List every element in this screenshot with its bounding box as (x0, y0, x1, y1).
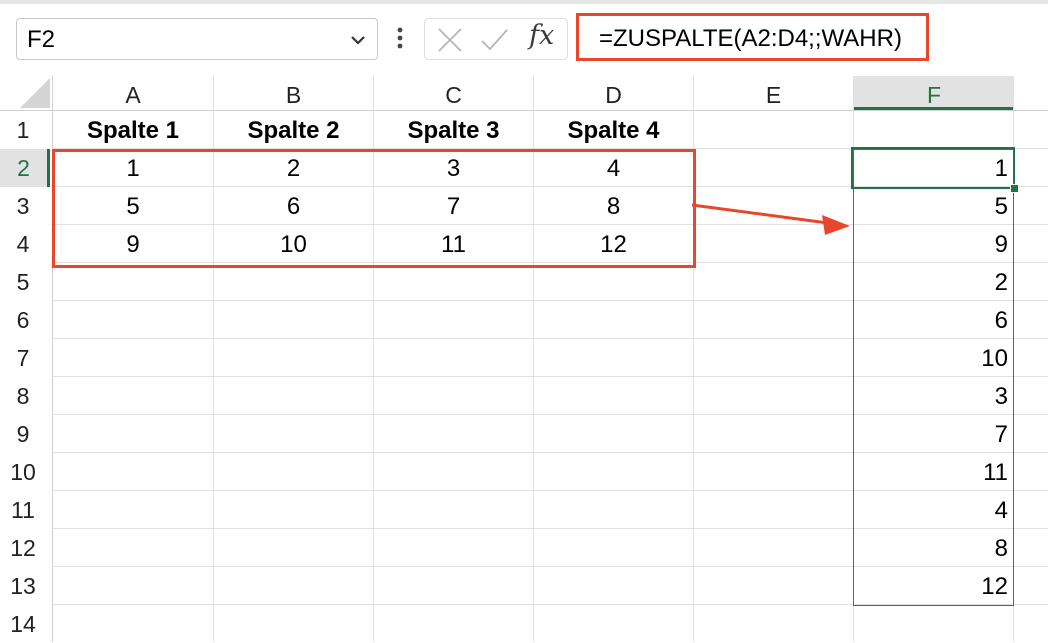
formula-buttons: fx (424, 18, 568, 60)
select-all-button[interactable] (0, 76, 52, 110)
header-divider (853, 76, 854, 110)
row-header-4[interactable]: 4 (0, 225, 46, 263)
row-header-14[interactable]: 14 (0, 605, 46, 643)
row-header-9[interactable]: 9 (0, 415, 46, 453)
chevron-down-icon[interactable] (349, 31, 367, 49)
header-cell[interactable]: Spalte 2 (214, 111, 373, 149)
column-header-c[interactable]: C (374, 76, 533, 110)
header-divider (693, 76, 694, 110)
window-top-edge (0, 0, 1048, 4)
row-header-6[interactable]: 6 (0, 301, 46, 339)
row-header-3[interactable]: 3 (0, 187, 46, 225)
source-range-highlight (52, 149, 696, 268)
row-header-12[interactable]: 12 (0, 529, 46, 567)
fill-handle[interactable] (1010, 184, 1019, 193)
column-header-b[interactable]: B (214, 76, 373, 110)
header-divider (533, 76, 534, 110)
header-cell[interactable]: Spalte 3 (374, 111, 533, 149)
row-header-8[interactable]: 8 (0, 377, 46, 415)
row-header-5[interactable]: 5 (0, 263, 46, 301)
row-header-2[interactable]: 2 (0, 149, 50, 187)
column-header-f[interactable]: F (854, 76, 1014, 110)
formula-text: =ZUSPALTE(A2:D4;;WAHR) (599, 25, 902, 52)
header-divider (1013, 76, 1014, 110)
insert-function-icon[interactable]: fx (529, 20, 554, 51)
select-all-icon (20, 78, 50, 108)
header-cell[interactable]: Spalte 4 (534, 111, 693, 149)
row-header-13[interactable]: 13 (0, 567, 46, 605)
active-cell-border (851, 147, 1015, 189)
header-cell[interactable]: Spalte 1 (53, 111, 213, 149)
row-header-7[interactable]: 7 (0, 339, 46, 377)
header-divider (213, 76, 214, 110)
header-divider (373, 76, 374, 110)
cancel-icon[interactable] (435, 25, 465, 55)
arrow-icon (691, 203, 850, 235)
name-box[interactable]: F2 (16, 18, 378, 60)
enter-icon[interactable] (479, 25, 509, 55)
column-header-d[interactable]: D (534, 76, 693, 110)
column-header-a[interactable]: A (53, 76, 213, 110)
formula-input[interactable]: =ZUSPALTE(A2:D4;;WAHR) (576, 13, 929, 61)
row-header-10[interactable]: 10 (0, 453, 46, 491)
more-options-icon[interactable] (393, 25, 407, 53)
row-header-11[interactable]: 11 (0, 491, 46, 529)
name-box-value: F2 (27, 26, 56, 53)
row-header-1[interactable]: 1 (0, 111, 46, 149)
spill-range-border (853, 149, 1014, 606)
column-header-e[interactable]: E (694, 76, 853, 110)
